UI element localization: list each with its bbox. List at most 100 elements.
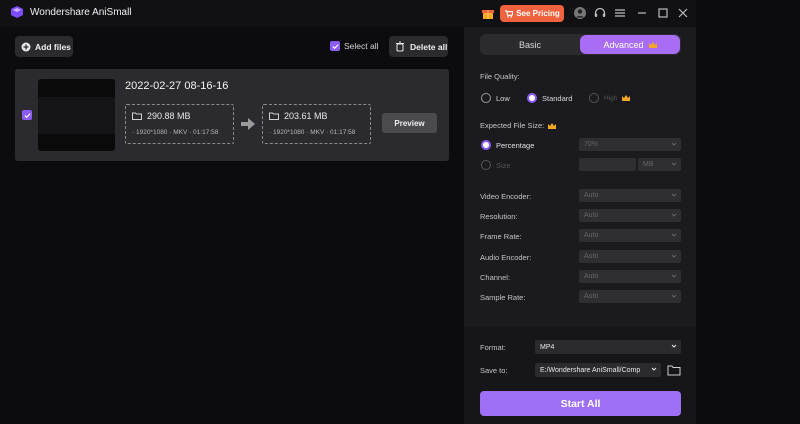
save-to-label: Save to: xyxy=(480,366,508,375)
quality-low-label: Low xyxy=(496,93,510,103)
minimize-icon[interactable] xyxy=(635,6,649,20)
size-label: Size xyxy=(496,160,511,170)
menu-icon[interactable] xyxy=(613,6,627,20)
cart-icon xyxy=(505,10,514,18)
premium-crown-icon xyxy=(622,95,631,101)
folder-open-icon[interactable] xyxy=(667,364,681,376)
maximize-icon[interactable] xyxy=(656,6,670,20)
audio-encoder-label: Audio Encoder: xyxy=(480,253,532,262)
chevron-down-icon xyxy=(671,274,677,278)
title-bar: Wondershare AniSmall See Pricing xyxy=(0,0,696,27)
percentage-select[interactable]: 70% xyxy=(579,138,681,151)
video-thumbnail[interactable] xyxy=(38,79,115,151)
radio-checked-icon xyxy=(527,93,537,103)
see-pricing-label: See Pricing xyxy=(516,9,560,18)
output-meta: · 1920*1080 · MKV · 01:17:58 xyxy=(269,129,356,136)
radio-checked-icon xyxy=(481,140,491,150)
quality-high-radio[interactable]: High xyxy=(589,93,631,103)
quality-standard-radio[interactable]: Standard xyxy=(527,93,572,103)
source-size: 290.88 MB xyxy=(147,111,191,121)
video-encoder-value: Auto xyxy=(584,192,599,199)
gift-icon[interactable] xyxy=(481,6,495,20)
app-logo-icon xyxy=(11,6,23,18)
save-to-value: E:/Wondershare AniSmall/Comp xyxy=(540,366,641,374)
start-all-button[interactable]: Start All xyxy=(480,391,681,416)
chevron-down-icon xyxy=(671,162,677,166)
resolution-label: Resolution: xyxy=(480,212,518,221)
chevron-down-icon xyxy=(671,213,677,217)
frame-rate-select[interactable]: Auto xyxy=(579,229,681,242)
chevron-down-icon xyxy=(671,344,677,348)
expected-size-row: Expected File Size: xyxy=(480,121,557,130)
percentage-radio[interactable]: Percentage xyxy=(481,140,534,150)
checkbox-checked-icon xyxy=(330,41,340,51)
folder-icon xyxy=(269,112,279,120)
add-files-button[interactable]: Add files xyxy=(15,36,73,57)
delete-all-label: Delete all xyxy=(410,41,448,52)
size-input[interactable] xyxy=(579,158,636,171)
audio-encoder-select[interactable]: Auto xyxy=(579,250,681,263)
frame-rate-value: Auto xyxy=(584,232,599,239)
trash-icon xyxy=(396,41,404,52)
channel-select[interactable]: Auto xyxy=(579,270,681,283)
chevron-down-icon xyxy=(671,193,677,197)
headset-icon[interactable] xyxy=(593,6,607,20)
expected-size-label: Expected File Size: xyxy=(480,121,545,130)
radio-disabled-icon xyxy=(481,160,491,170)
size-unit-value: MB xyxy=(643,161,654,168)
format-value: MP4 xyxy=(540,343,555,351)
premium-crown-icon xyxy=(648,41,657,48)
chevron-down-icon xyxy=(671,142,677,146)
user-icon[interactable] xyxy=(573,6,587,20)
channel-label: Channel: xyxy=(480,273,511,282)
video-encoder-label: Video Encoder: xyxy=(480,192,532,201)
resolution-value: Auto xyxy=(584,212,599,219)
app-title: Wondershare AniSmall xyxy=(30,7,132,18)
file-quality-label: File Quality: xyxy=(480,72,520,81)
select-all-label: Select all xyxy=(344,41,379,51)
sample-rate-value: Auto xyxy=(584,293,599,300)
quality-low-radio[interactable]: Low xyxy=(481,93,510,103)
format-select[interactable]: MP4 xyxy=(535,340,681,354)
file-checkbox[interactable] xyxy=(22,110,32,120)
settings-panel: Basic Advanced File Quality: Low Standar… xyxy=(464,27,696,424)
close-icon[interactable] xyxy=(676,6,690,20)
resolution-select[interactable]: Auto xyxy=(579,209,681,222)
premium-crown-icon xyxy=(548,122,557,129)
preview-button[interactable]: Preview xyxy=(382,113,437,133)
add-circle-icon xyxy=(21,42,31,51)
arrow-right-icon xyxy=(241,118,255,130)
channel-value: Auto xyxy=(584,273,599,280)
source-meta: · 1920*1080 · MKV · 01:17:58 xyxy=(132,129,219,136)
chevron-down-icon xyxy=(671,233,677,237)
add-files-label: Add files xyxy=(35,41,71,52)
delete-all-button[interactable]: Delete all xyxy=(389,36,448,57)
percentage-label: Percentage xyxy=(496,140,535,150)
tab-advanced[interactable]: Advanced xyxy=(580,35,680,54)
frame-rate-label: Frame Rate: xyxy=(480,232,522,241)
file-name: 2022-02-27 08-16-16 xyxy=(125,80,229,92)
output-size: 203.61 MB xyxy=(284,111,328,121)
mode-tabs: Basic Advanced xyxy=(480,34,681,55)
percentage-value: 70% xyxy=(584,141,599,148)
format-label: Format: xyxy=(480,343,506,352)
radio-disabled-icon xyxy=(589,93,599,103)
chevron-down-icon xyxy=(651,366,657,372)
folder-icon xyxy=(132,112,142,120)
quality-standard-label: Standard xyxy=(542,93,573,103)
quality-high-label: High xyxy=(604,94,618,102)
sample-rate-select[interactable]: Auto xyxy=(579,290,681,303)
output-info-box: 203.61 MB · 1920*1080 · MKV · 01:17:58 xyxy=(262,104,371,144)
sample-rate-label: Sample Rate: xyxy=(480,293,526,302)
size-radio[interactable]: Size xyxy=(481,160,511,170)
tab-advanced-label: Advanced xyxy=(603,39,644,50)
video-encoder-select[interactable]: Auto xyxy=(579,189,681,202)
chevron-down-icon xyxy=(671,254,677,258)
tab-basic[interactable]: Basic xyxy=(480,34,580,55)
audio-encoder-value: Auto xyxy=(584,253,599,260)
see-pricing-button[interactable]: See Pricing xyxy=(500,5,564,22)
select-all-checkbox[interactable]: Select all xyxy=(330,41,379,51)
size-unit-select[interactable]: MB xyxy=(638,158,681,171)
save-to-select[interactable]: E:/Wondershare AniSmall/Comp xyxy=(535,363,661,377)
source-info-box: 290.88 MB · 1920*1080 · MKV · 01:17:58 xyxy=(125,104,234,144)
